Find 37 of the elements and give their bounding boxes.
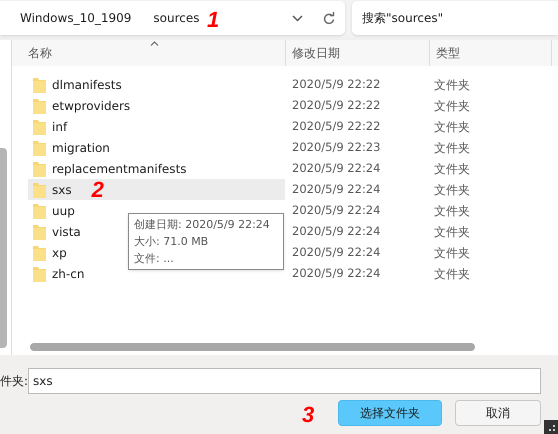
- file-name: uup: [52, 202, 75, 220]
- file-name: xp: [52, 244, 67, 262]
- date-cell-text: 2020/5/9 22:23: [291, 138, 382, 156]
- type-cell-text: 文件夹: [433, 118, 470, 136]
- type-cell-text: 文件夹: [433, 202, 470, 220]
- file-name: sxs: [52, 182, 72, 198]
- type-cell-text: 文件夹: [433, 224, 470, 240]
- date-cell-text: 2020/5/9 22:24: [291, 180, 382, 198]
- date-cell-text: 2020/5/9 22:22: [291, 96, 382, 114]
- annotation-number: 1: [207, 9, 220, 31]
- date-cell-text: 2020/5/9 22:24: [291, 202, 382, 219]
- field-label: 件夹:: [0, 373, 28, 390]
- date-cell-text: 2020/5/9 22:22: [291, 118, 382, 135]
- type-cell-text: 文件夹: [433, 266, 470, 282]
- file-name: replacementmanifests: [52, 160, 187, 178]
- type-cell-text: 文件夹: [433, 98, 470, 114]
- type-cell-text: 文件夹: [433, 140, 470, 156]
- file-name: vista: [52, 224, 81, 240]
- date-cell-text: 2020/5/9 22:24: [291, 222, 382, 240]
- tooltip-line: 文件: ...: [134, 251, 175, 267]
- date-cell-text: 2020/5/9 22:24: [291, 264, 382, 282]
- tooltip-line: 大小: 71.0 MB: [134, 234, 210, 250]
- type-cell-text: 文件夹: [433, 76, 470, 94]
- date-cell-text: 2020/5/9 22:24: [291, 244, 382, 261]
- tooltip-line: 创建日期: 2020/5/9 22:24: [134, 217, 271, 233]
- type-cell-text: 文件夹: [433, 182, 470, 198]
- file-name: dlmanifests: [52, 76, 122, 94]
- type-cell-text: 文件夹: [433, 244, 470, 262]
- file-name: inf: [52, 118, 68, 136]
- type-cell-text: 文件夹: [433, 160, 470, 178]
- file-name: migration: [52, 140, 110, 156]
- annotation-number: 3: [302, 404, 314, 426]
- file-name: zh-cn: [52, 266, 84, 282]
- annotation-number: 2: [92, 178, 104, 200]
- date-cell-text: 2020/5/9 22:22: [291, 76, 382, 93]
- file-name: etwproviders: [52, 98, 130, 114]
- date-cell-text: 2020/5/9 22:24: [291, 160, 382, 177]
